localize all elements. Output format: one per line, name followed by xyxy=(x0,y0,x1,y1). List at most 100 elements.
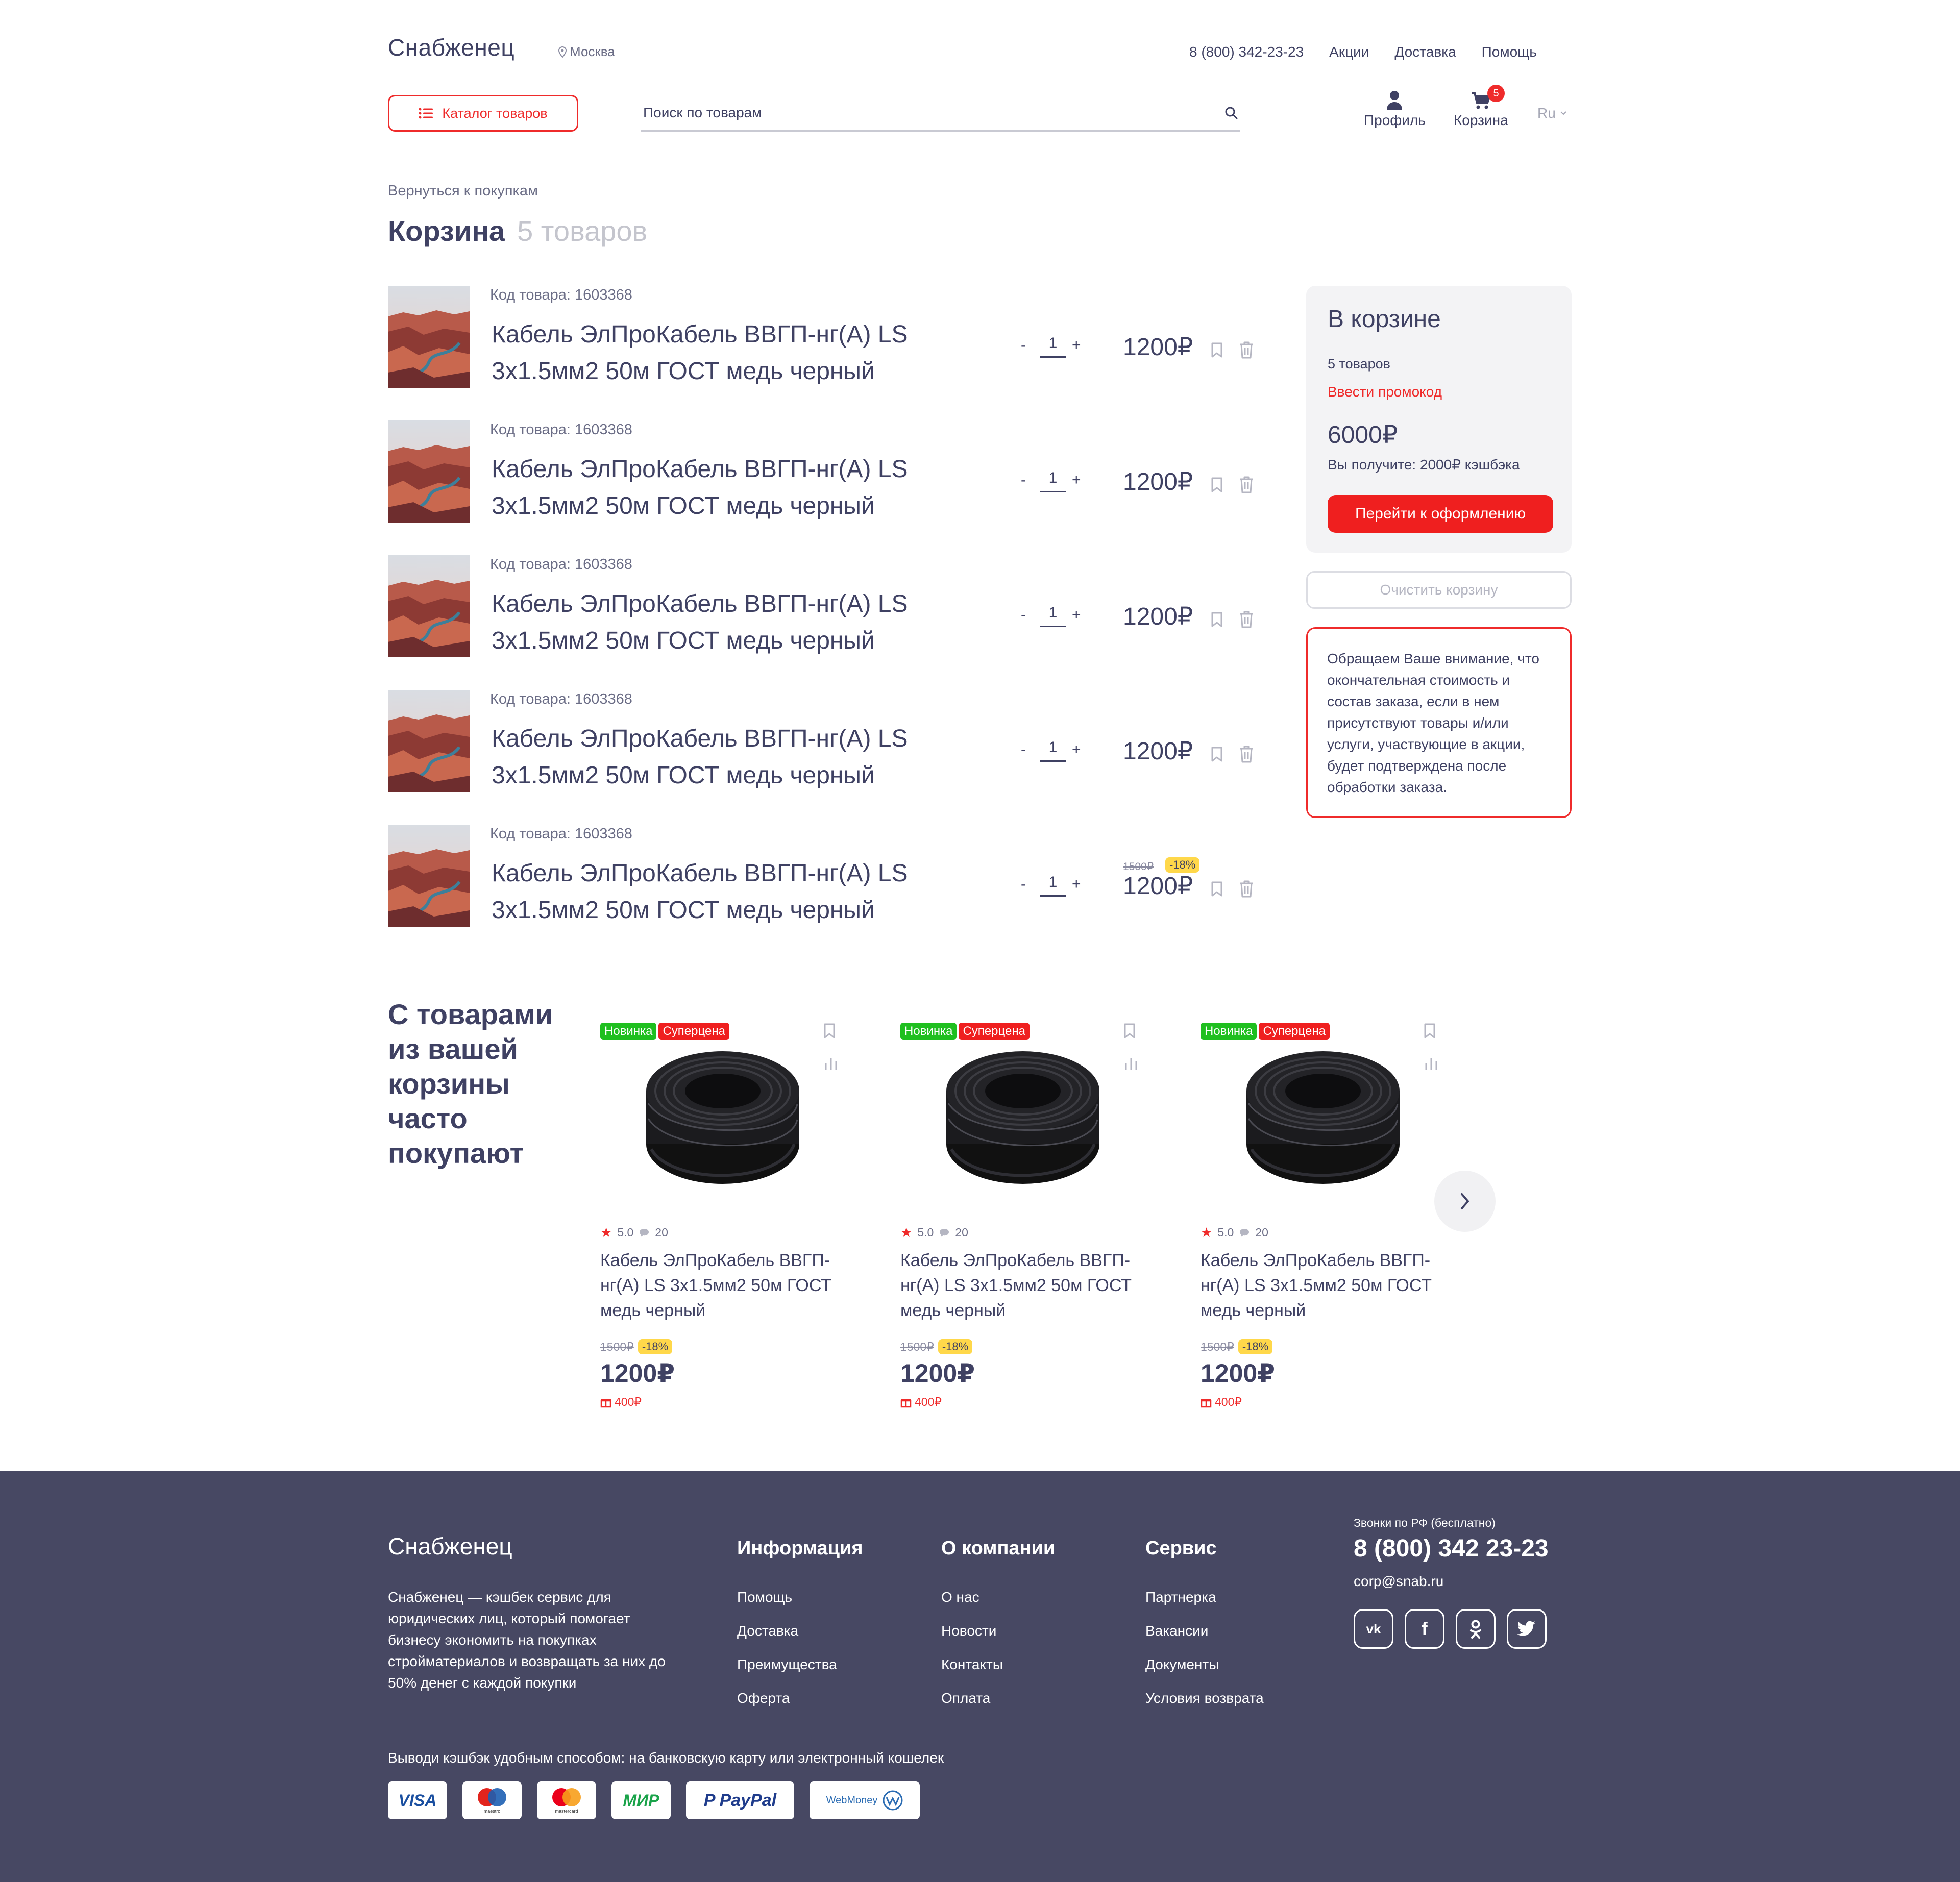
profile-label: Профиль xyxy=(1364,112,1426,128)
back-to-shopping-link[interactable]: Вернуться к покупкам xyxy=(388,183,538,200)
cart-count-badge: 5 xyxy=(1487,85,1505,102)
qty-increment-button[interactable]: + xyxy=(1072,606,1081,624)
qty-value[interactable]: 1 xyxy=(1040,739,1066,762)
payment-methods: VISA maestro mastercard МИР P PayPal WebM… xyxy=(388,1781,920,1819)
clear-cart-button[interactable]: Очистить корзину xyxy=(1306,571,1572,609)
odnoklassniki-icon[interactable] xyxy=(1456,1609,1496,1649)
bookmark-icon[interactable] xyxy=(823,1023,836,1042)
qty-increment-button[interactable]: + xyxy=(1072,472,1081,489)
qty-decrement-button[interactable]: - xyxy=(1021,876,1026,893)
product-thumbnail[interactable] xyxy=(388,420,470,523)
footer-link[interactable]: Вакансии xyxy=(1145,1623,1264,1639)
bookmark-icon[interactable] xyxy=(1211,881,1223,900)
item-name[interactable]: Кабель ЭлПроКабель ВВГП-нг(А) LS 3х1.5мм… xyxy=(492,451,992,525)
rating-value: 5.0 xyxy=(917,1226,934,1239)
facebook-icon[interactable]: f xyxy=(1405,1609,1444,1649)
product-image[interactable] xyxy=(941,1042,1105,1195)
page-title: Корзина 5 товаров xyxy=(388,214,647,247)
vk-icon[interactable]: vk xyxy=(1354,1609,1393,1649)
item-name[interactable]: Кабель ЭлПроКабель ВВГП-нг(А) LS 3х1.5мм… xyxy=(492,721,992,794)
product-card[interactable]: Новинка Суперцена ★ 5.0 20 Кабель ЭлПроК… xyxy=(900,1018,1156,1426)
bookmark-icon[interactable] xyxy=(1211,477,1223,496)
product-name[interactable]: Кабель ЭлПроКабель ВВГП-нг(А) LS 3х1.5мм… xyxy=(600,1248,855,1323)
trash-icon[interactable] xyxy=(1238,880,1255,901)
product-thumbnail[interactable] xyxy=(388,690,470,792)
compare-icon[interactable] xyxy=(1425,1055,1438,1072)
qty-value[interactable]: 1 xyxy=(1040,335,1066,358)
product-image[interactable] xyxy=(641,1042,804,1195)
city-selector[interactable]: Москва xyxy=(558,44,615,60)
item-name[interactable]: Кабель ЭлПроКабель ВВГП-нг(А) LS 3х1.5мм… xyxy=(492,586,992,659)
footer-link[interactable]: Партнерка xyxy=(1145,1589,1264,1605)
product-name[interactable]: Кабель ЭлПроКабель ВВГП-нг(А) LS 3х1.5мм… xyxy=(900,1248,1156,1323)
footer-link[interactable]: Новости xyxy=(941,1623,1055,1639)
product-card[interactable]: Новинка Суперцена ★ 5.0 20 Кабель ЭлПроК… xyxy=(600,1018,855,1426)
footer-column-info: Информация Помощь Доставка Преимущества … xyxy=(737,1538,863,1724)
qty-decrement-button[interactable]: - xyxy=(1021,337,1026,354)
qty-value[interactable]: 1 xyxy=(1040,604,1066,627)
qty-decrement-button[interactable]: - xyxy=(1021,741,1026,758)
search-icon[interactable] xyxy=(1224,106,1238,119)
trash-icon[interactable] xyxy=(1238,476,1255,497)
bookmark-icon[interactable] xyxy=(1424,1023,1436,1042)
product-image[interactable] xyxy=(1241,1042,1405,1195)
brand-logo[interactable]: Снабженец xyxy=(388,34,514,61)
language-selector[interactable]: Ru xyxy=(1537,105,1567,121)
trash-icon[interactable] xyxy=(1238,610,1255,631)
qty-value[interactable]: 1 xyxy=(1040,469,1066,492)
badge-super-price: Суперцена xyxy=(1259,1023,1330,1040)
footer-link[interactable]: Оплата xyxy=(941,1690,1055,1706)
footer-link[interactable]: О нас xyxy=(941,1589,1055,1605)
search-input[interactable]: Поиск по товарам xyxy=(641,95,1240,132)
footer-link[interactable]: Условия возврата xyxy=(1145,1690,1264,1706)
product-thumbnail[interactable] xyxy=(388,825,470,927)
paypal-icon: P PayPal xyxy=(686,1781,794,1819)
compare-icon[interactable] xyxy=(824,1055,838,1072)
item-name[interactable]: Кабель ЭлПроКабель ВВГП-нг(А) LS 3х1.5мм… xyxy=(492,855,992,929)
footer-link[interactable]: Доставка xyxy=(737,1623,863,1639)
nav-link-help[interactable]: Помощь xyxy=(1482,44,1537,60)
cart-item: Код товара: 1603368 Кабель ЭлПроКабель В… xyxy=(388,825,1266,932)
header-phone[interactable]: 8 (800) 342-23-23 xyxy=(1189,44,1304,60)
nav-link-delivery[interactable]: Доставка xyxy=(1394,44,1456,60)
trash-icon[interactable] xyxy=(1238,745,1255,766)
bookmark-icon[interactable] xyxy=(1123,1023,1136,1042)
footer-phone[interactable]: 8 (800) 342 23-23 xyxy=(1354,1534,1549,1563)
product-thumbnail[interactable] xyxy=(388,555,470,657)
product-name[interactable]: Кабель ЭлПроКабель ВВГП-нг(А) LS 3х1.5мм… xyxy=(1200,1248,1456,1323)
bookmark-icon[interactable] xyxy=(1211,342,1223,361)
payments-caption: Выводи кэшбэк удобным способом: на банко… xyxy=(388,1750,944,1766)
product-badges: Новинка Суперцена xyxy=(600,1023,729,1040)
qty-value[interactable]: 1 xyxy=(1040,874,1066,897)
bookmark-icon[interactable] xyxy=(1211,611,1223,630)
footer-link[interactable]: Контакты xyxy=(941,1656,1055,1673)
product-card[interactable]: Новинка Суперцена ★ 5.0 20 Кабель ЭлПроК… xyxy=(1200,1018,1456,1426)
compare-icon[interactable] xyxy=(1124,1055,1138,1072)
qty-decrement-button[interactable]: - xyxy=(1021,606,1026,624)
carousel-next-button[interactable] xyxy=(1434,1171,1496,1232)
profile-link[interactable]: Профиль xyxy=(1364,90,1426,129)
footer-brand[interactable]: Снабженец xyxy=(388,1532,512,1560)
footer-link[interactable]: Документы xyxy=(1145,1656,1264,1673)
checkout-button[interactable]: Перейти к оформлению xyxy=(1328,495,1553,533)
cart-title: Корзина xyxy=(388,215,505,247)
footer-link[interactable]: Помощь xyxy=(737,1589,863,1605)
footer-email[interactable]: corp@snab.ru xyxy=(1354,1573,1443,1590)
trash-icon[interactable] xyxy=(1238,341,1255,362)
product-thumbnail[interactable] xyxy=(388,286,470,388)
qty-increment-button[interactable]: + xyxy=(1072,337,1081,354)
twitter-icon[interactable] xyxy=(1507,1609,1547,1649)
footer-link[interactable]: Преимущества xyxy=(737,1656,863,1673)
footer-link[interactable]: Оферта xyxy=(737,1690,863,1706)
cart-item: Код товара: 1603368 Кабель ЭлПроКабель В… xyxy=(388,690,1266,797)
reviews-count: 20 xyxy=(655,1226,668,1239)
qty-increment-button[interactable]: + xyxy=(1072,741,1081,758)
nav-link-promo[interactable]: Акции xyxy=(1329,44,1369,60)
bookmark-icon[interactable] xyxy=(1211,746,1223,765)
promo-code-link[interactable]: Ввести промокод xyxy=(1328,384,1442,400)
item-name[interactable]: Кабель ЭлПроКабель ВВГП-нг(А) LS 3х1.5мм… xyxy=(492,316,992,390)
footer-phone-caption: Звонки по РФ (бесплатно) xyxy=(1354,1516,1496,1529)
qty-increment-button[interactable]: + xyxy=(1072,876,1081,893)
catalog-button[interactable]: Каталог товаров xyxy=(388,95,578,132)
qty-decrement-button[interactable]: - xyxy=(1021,472,1026,489)
